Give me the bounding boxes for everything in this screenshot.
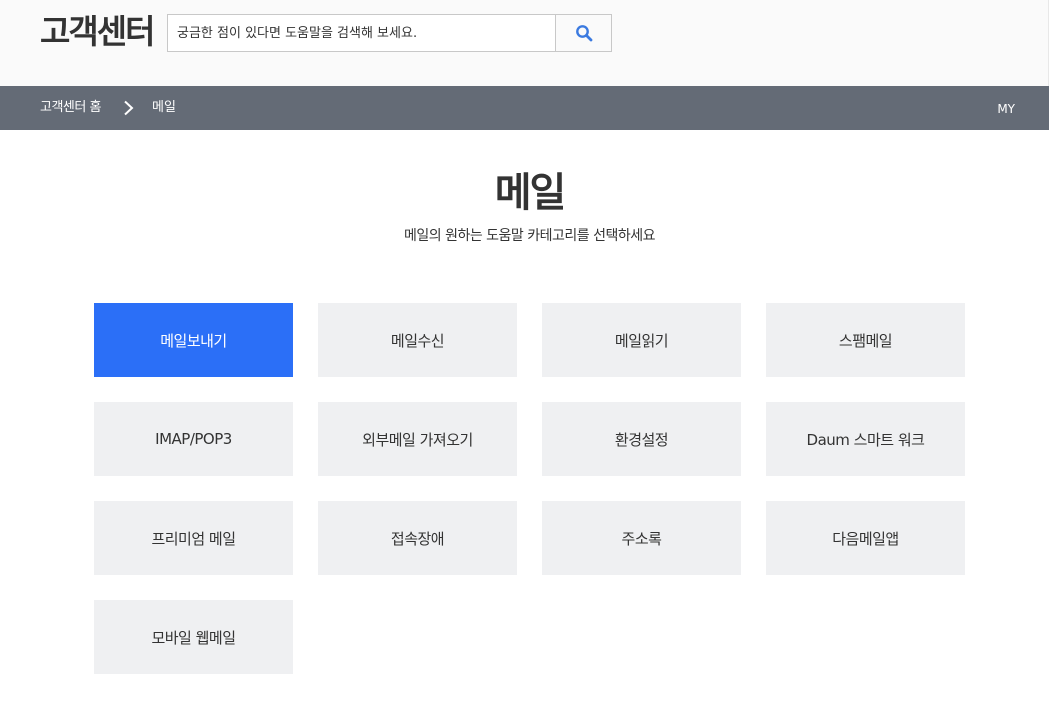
category-grid: 메일보내기 메일수신 메일읽기 스팸메일 IMAP/POP3 외부메일 가져오기… [94, 303, 965, 674]
category-import-external-mail[interactable]: 외부메일 가져오기 [318, 402, 517, 476]
breadcrumb-current: 메일 [152, 100, 176, 115]
category-imap-pop3[interactable]: IMAP/POP3 [94, 402, 293, 476]
page-title: 메일 [494, 170, 567, 216]
category-read-mail[interactable]: 메일읽기 [542, 303, 741, 377]
search-input[interactable] [168, 15, 556, 51]
logo[interactable]: 고객센터 [40, 12, 155, 52]
category-address-book[interactable]: 주소록 [542, 501, 741, 575]
search-icon [575, 25, 592, 42]
category-premium-mail[interactable]: 프리미엄 메일 [94, 501, 293, 575]
my-link[interactable]: MY [997, 86, 1015, 132]
category-receive-mail[interactable]: 메일수신 [318, 303, 517, 377]
top-header: 고객센터 [0, 0, 1049, 86]
category-connection-issues[interactable]: 접속장애 [318, 501, 517, 575]
category-send-mail[interactable]: 메일보내기 [94, 303, 293, 377]
page-subtitle: 메일의 원하는 도움말 카테고리를 선택하세요 [403, 228, 656, 244]
category-mobile-webmail[interactable]: 모바일 웹메일 [94, 600, 293, 674]
search-button[interactable] [555, 15, 611, 51]
search-box [167, 14, 612, 52]
chevron-right-icon [124, 100, 134, 116]
category-settings[interactable]: 환경설정 [542, 402, 741, 476]
breadcrumb-bar: 고객센터 홈 메일 MY [0, 86, 1049, 130]
category-spam-mail[interactable]: 스팸메일 [766, 303, 965, 377]
category-daum-mail-app[interactable]: 다음메일앱 [766, 501, 965, 575]
breadcrumb-home-link[interactable]: 고객센터 홈 [40, 86, 101, 130]
category-daum-smart-work[interactable]: Daum 스마트 워크 [766, 402, 965, 476]
